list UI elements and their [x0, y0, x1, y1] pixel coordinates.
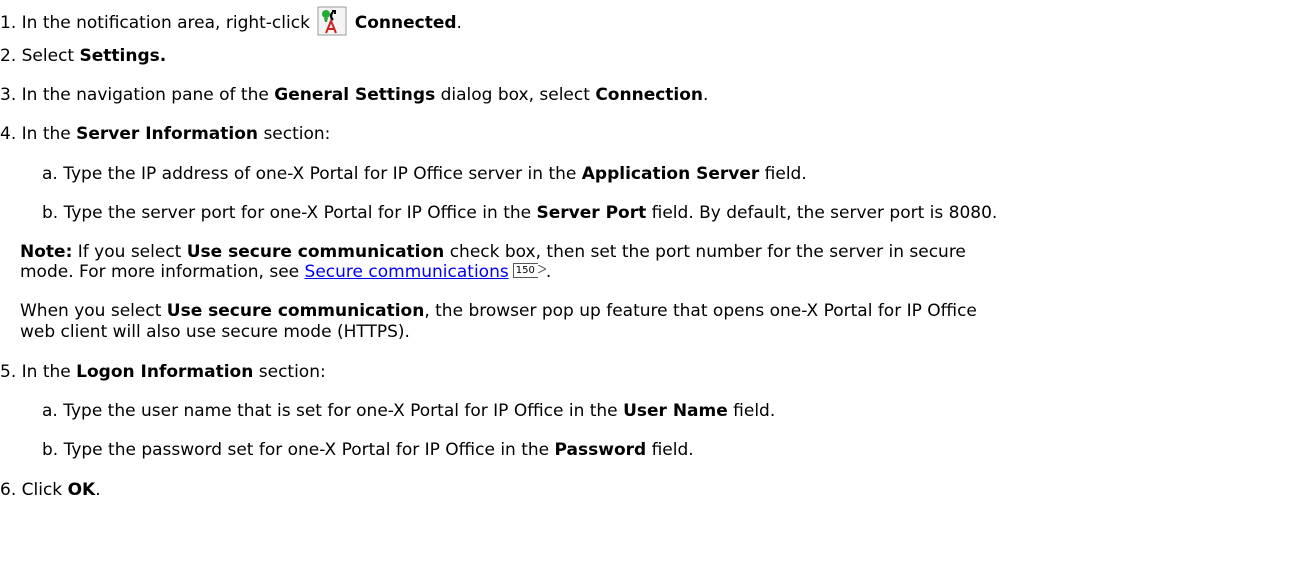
step-text: In the notification area, right-click [21, 13, 310, 33]
connected-status-icon [317, 6, 347, 36]
user-name-label: User Name [623, 401, 728, 421]
paragraph-text: , the browser pop up feature that opens … [424, 301, 977, 321]
step-text: In the [21, 362, 71, 382]
step-5: 5. In the Logon Information section: [0, 362, 326, 382]
punctuation: . [95, 480, 101, 500]
note-text: If you select [77, 242, 182, 262]
substep-text: b. Type the server port for one-X Portal… [42, 203, 532, 223]
substep-text: field. [764, 164, 807, 184]
when-line-2: web client will also use secure mode (HT… [20, 322, 410, 342]
paragraph-text: web client will also use secure mode (HT… [20, 322, 410, 342]
punctuation: . [456, 13, 462, 33]
server-information-label: Server Information [76, 124, 259, 144]
step-text: section: [258, 362, 326, 382]
page-ref-arrow-icon [537, 265, 546, 273]
server-port-label: Server Port [536, 203, 647, 223]
ok-label: OK [67, 480, 96, 500]
substep-text: field. By default, the server port is 80… [651, 203, 998, 223]
step-text: section: [263, 124, 331, 144]
substep-text: a. Type the user name that is set for on… [42, 401, 618, 421]
step-4a: a. Type the IP address of one-X Portal f… [42, 164, 807, 184]
use-secure-communication-label: Use secure communication [186, 242, 445, 262]
step-5b: b. Type the password set for one-X Porta… [42, 440, 694, 460]
step-text: Click [21, 480, 63, 500]
step-text: Select [21, 46, 75, 66]
connected-label: Connected [354, 13, 457, 33]
page-reference[interactable]: 150 [512, 263, 538, 278]
password-label: Password [554, 440, 647, 460]
general-settings-label: General Settings [274, 85, 436, 105]
use-secure-communication-label: Use secure communication [166, 301, 425, 321]
step-1: 1. In the notification area, right-click… [0, 6, 462, 36]
step-3: 3. In the navigation pane of the General… [0, 85, 708, 105]
step-number: 1. [0, 13, 17, 33]
note-line-1: Note: If you select Use secure communica… [20, 242, 966, 262]
paragraph-text: When you select [20, 301, 162, 321]
step-5a: a. Type the user name that is set for on… [42, 401, 775, 421]
connection-label: Connection [595, 85, 704, 105]
step-number: 3. [0, 85, 17, 105]
note-line-2: mode. For more information, see Secure c… [20, 262, 551, 282]
step-number: 4. [0, 124, 17, 144]
settings-label: Settings. [79, 46, 167, 66]
step-text: dialog box, select [440, 85, 590, 105]
step-text: In the navigation pane of the [21, 85, 269, 105]
step-6: 6. Click OK. [0, 480, 101, 500]
note-text: mode. For more information, see [20, 262, 300, 282]
substep-text: a. Type the IP address of one-X Portal f… [42, 164, 577, 184]
substep-text: field. [651, 440, 694, 460]
application-server-label: Application Server [581, 164, 760, 184]
step-4b: b. Type the server port for one-X Portal… [42, 203, 997, 223]
step-2: 2. Select Settings. [0, 46, 166, 66]
substep-text: b. Type the password set for one-X Porta… [42, 440, 550, 460]
step-number: 5. [0, 362, 17, 382]
step-number: 6. [0, 480, 17, 500]
punctuation: . [703, 85, 709, 105]
logon-information-label: Logon Information [76, 362, 254, 382]
step-text: In the [21, 124, 71, 144]
punctuation: . [545, 262, 552, 282]
step-4: 4. In the Server Information section: [0, 124, 330, 144]
secure-communications-link[interactable]: Secure communications [305, 262, 509, 282]
note-label: Note: [20, 242, 73, 262]
substep-text: field. [733, 401, 776, 421]
step-number: 2. [0, 46, 17, 66]
when-line-1: When you select Use secure communication… [20, 301, 977, 321]
note-text: check box, then set the port number for … [449, 242, 966, 262]
